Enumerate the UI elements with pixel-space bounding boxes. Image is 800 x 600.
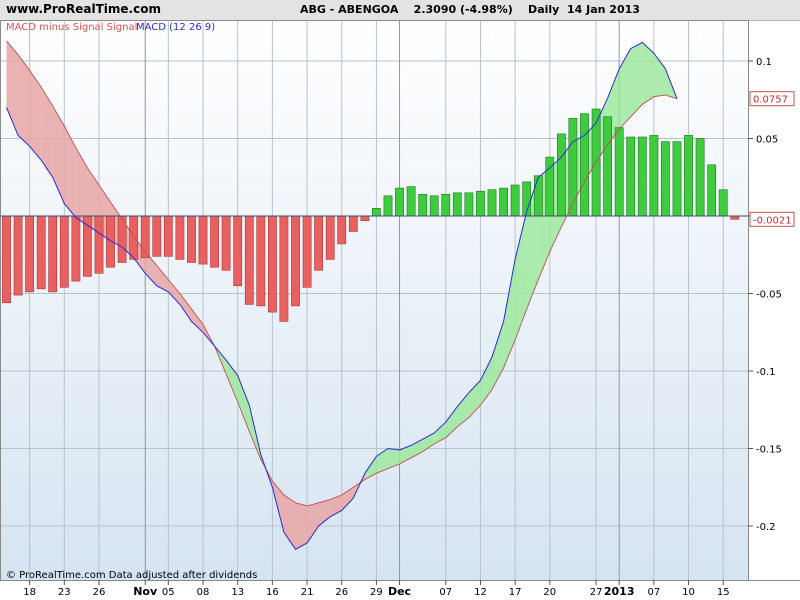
histogram-bar-56 (649, 135, 659, 217)
histogram-bar-33 (383, 195, 393, 217)
value-labels: 0.0757 -0.0021 (749, 91, 795, 227)
histogram-bar-14 (163, 215, 173, 257)
y-axis: 0.10.050-0.05-0.1-0.15-0.2 (748, 57, 782, 533)
x-tick-label-19: 10 (682, 587, 695, 598)
histogram-bar-8 (94, 215, 104, 274)
histogram-bar-47 (545, 156, 555, 217)
x-tick-label-9: 26 (335, 587, 348, 598)
histogram-bar-57 (660, 141, 670, 217)
histogram-bar-9 (106, 215, 115, 268)
macd-chart: 0.10.050-0.05-0.1-0.15-0.2 182326Nov0508… (0, 20, 800, 598)
histogram-bar-35 (406, 186, 416, 217)
fill-segment-25 (295, 502, 308, 550)
macd-value-label: 0.0757 (753, 95, 788, 106)
histogram-bar-60 (695, 138, 705, 217)
y-tick-label-5: -0.15 (756, 445, 782, 456)
y-tick-label-6: -0.2 (756, 522, 776, 533)
x-tick-label-15: 20 (543, 587, 556, 598)
histogram-bar-36 (418, 194, 428, 217)
histogram-bar-5 (59, 215, 69, 288)
histogram-bar-39 (452, 192, 462, 217)
legend-histogram: MACD minus Signal Signal (6, 22, 137, 33)
histogram-bar-30 (348, 215, 358, 232)
chart-window: www.ProRealTime.com ABG - ABENGOA 2.3090… (0, 0, 800, 600)
histogram-bar-34 (395, 187, 404, 217)
x-tick-label-18: 07 (648, 587, 661, 598)
histogram-bar-20 (233, 215, 243, 287)
histogram-bar-0 (2, 215, 11, 304)
histogram-bar-21 (244, 215, 254, 305)
histogram-bar-13 (152, 215, 162, 257)
x-tick-label-5: 08 (197, 587, 210, 598)
histogram-bar-27 (314, 215, 323, 271)
histogram-bar-16 (187, 215, 196, 263)
histogram-bar-58 (672, 141, 682, 217)
histogram-bar-32 (371, 208, 381, 217)
histogram-bar-28 (325, 215, 335, 260)
histogram-bar-37 (429, 195, 439, 217)
histogram-bar-11 (129, 215, 139, 260)
x-tick-label-12: 07 (439, 587, 452, 598)
histogram-bar-23 (267, 215, 277, 313)
x-tick-label-2: 26 (93, 587, 106, 598)
histogram-bar-17 (198, 215, 208, 265)
histogram-bar-24 (279, 215, 289, 322)
histogram-bar-15 (175, 215, 185, 260)
histogram-bar-1 (13, 215, 23, 296)
histogram-bar-54 (626, 136, 636, 217)
x-tick-label-1: 23 (58, 587, 71, 598)
x-tick-label-17: 2013 (604, 585, 635, 598)
histogram-bar-46 (533, 175, 543, 217)
chart-header: www.ProRealTime.com ABG - ABENGOA 2.3090… (0, 0, 800, 21)
histogram-bar-59 (684, 135, 693, 217)
footer-note: © ProRealTime.com Data adjusted after di… (6, 570, 257, 581)
histogram-bar-53 (614, 127, 624, 217)
x-tick-label-6: 13 (231, 587, 244, 598)
histogram-bar-25 (291, 215, 300, 307)
histogram-value-label: -0.0021 (753, 215, 792, 226)
histogram-bar-62 (718, 189, 728, 217)
x-tick-label-14: 17 (509, 587, 522, 598)
x-tick-label-16: 27 (590, 587, 603, 598)
x-tick-label-3: Nov (133, 585, 158, 598)
histogram-bar-22 (256, 215, 266, 307)
y-tick-label-0: 0.1 (756, 57, 772, 68)
histogram-bar-19 (221, 215, 231, 271)
histogram-bar-3 (36, 215, 46, 290)
histogram-bar-6 (71, 215, 81, 282)
histogram-bar-31 (360, 215, 370, 221)
histogram-bar-26 (302, 215, 312, 288)
x-tick-label-8: 21 (301, 587, 314, 598)
histogram-bar-43 (499, 187, 508, 217)
histogram-bar-55 (637, 136, 647, 217)
x-tick-label-11: Dec (388, 585, 411, 598)
histogram-bar-29 (337, 215, 347, 245)
chart-title: ABG - ABENGOA 2.3090 (-4.98%) Daily 14 J… (300, 3, 640, 16)
x-tick-label-20: 15 (717, 587, 730, 598)
histogram-bar-61 (707, 164, 717, 217)
y-tick-label-4: -0.1 (756, 367, 776, 378)
histogram-bar-38 (441, 194, 451, 217)
histogram-bar-4 (48, 215, 58, 293)
histogram-bar-52 (603, 116, 612, 217)
histogram-bar-50 (580, 113, 589, 217)
x-tick-label-4: 05 (162, 587, 175, 598)
y-tick-label-3: -0.05 (756, 290, 782, 301)
x-tick-label-0: 18 (23, 587, 36, 598)
histogram-bar-44 (510, 184, 520, 217)
histogram-bar-48 (556, 133, 566, 217)
histogram-bar-49 (568, 118, 578, 217)
histogram-bar-2 (25, 215, 34, 293)
x-tick-label-7: 16 (266, 587, 279, 598)
x-tick-label-13: 12 (474, 587, 487, 598)
histogram-bar-18 (210, 215, 219, 268)
x-tick-label-10: 29 (370, 587, 383, 598)
histogram-bar-40 (464, 192, 474, 217)
y-tick-label-1: 0.05 (756, 135, 778, 146)
site-name[interactable]: www.ProRealTime.com (6, 2, 161, 16)
legend-macd: MACD (12 26 9) (136, 22, 215, 33)
histogram-bar-41 (476, 190, 485, 217)
x-axis: 18 23 26 Nov 05 08 13 16 21 26 29 Dec 07 12 17 20 27 2013… (23, 580, 730, 598)
histogram-bar-42 (487, 189, 497, 217)
